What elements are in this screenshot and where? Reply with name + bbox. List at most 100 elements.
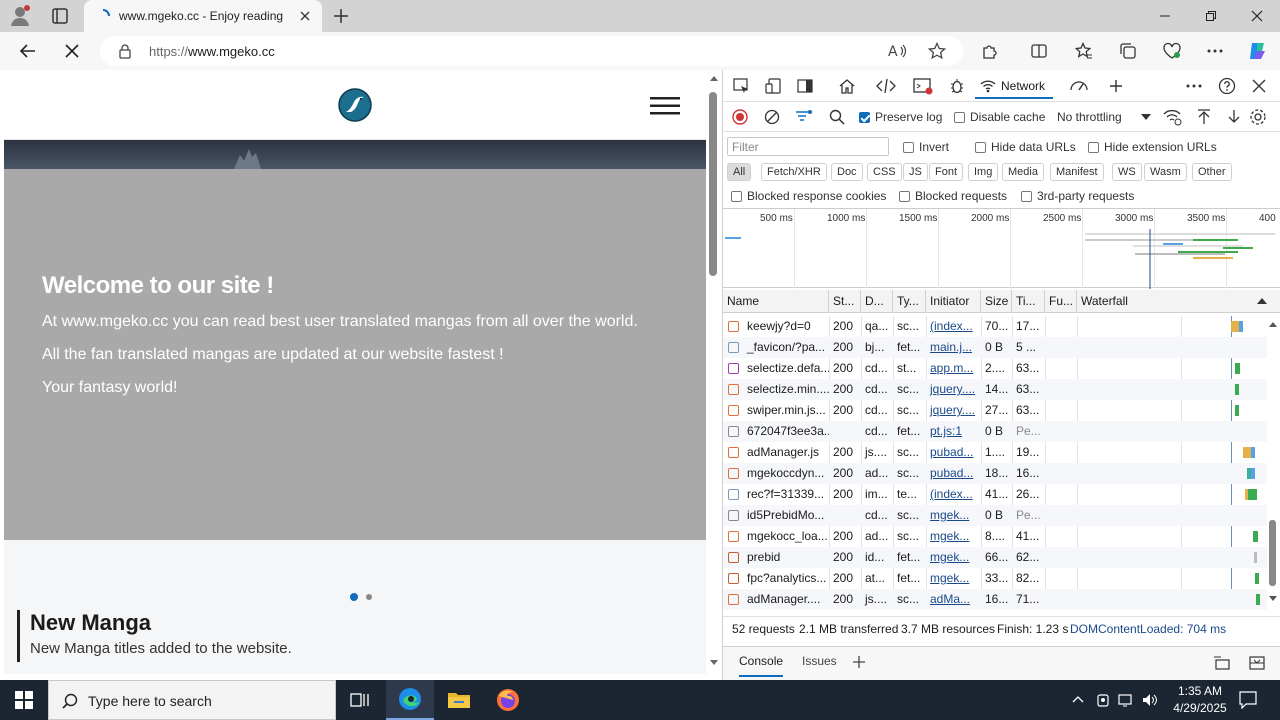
type-filter-fetch-xhr[interactable]: Fetch/XHR: [761, 163, 827, 181]
back-icon[interactable]: [10, 32, 46, 70]
dock-side-icon[interactable]: [789, 70, 821, 102]
hamburger-menu-icon[interactable]: [650, 97, 680, 115]
dock-drawer-icon[interactable]: [1213, 655, 1231, 671]
cell-initiator[interactable]: mgek...: [926, 568, 981, 589]
scroll-down-arrow-icon[interactable]: [710, 660, 718, 665]
filter-icon[interactable]: [795, 109, 813, 125]
table-row[interactable]: adManager.js 200 js.... sc... pubad... 1.... 1…: [723, 442, 1267, 463]
table-row[interactable]: fpc?analytics... 200 at... fet... mgek... 33.…: [723, 568, 1267, 589]
extensions-icon[interactable]: [972, 32, 1008, 70]
scrollbar-thumb[interactable]: [1269, 520, 1276, 586]
table-row[interactable]: swiper.min.js... 200 cd... sc... jquery.... 2…: [723, 400, 1267, 421]
column-initiator[interactable]: Initiator: [926, 290, 981, 313]
type-filter-font[interactable]: Font: [929, 163, 964, 181]
column-name[interactable]: Name: [723, 290, 829, 313]
column-type[interactable]: Ty...: [893, 290, 926, 313]
minimize-icon[interactable]: [1142, 0, 1188, 32]
help-icon[interactable]: [1211, 70, 1243, 102]
scroll-up-arrow-icon[interactable]: [710, 76, 718, 81]
copilot-icon[interactable]: [1240, 32, 1276, 70]
cell-initiator[interactable]: jquery....: [926, 400, 981, 421]
table-row[interactable]: selectize.min.... 200 cd... sc... jquery....…: [723, 379, 1267, 400]
firefox-icon[interactable]: [484, 680, 532, 720]
new-tab-icon[interactable]: [331, 6, 351, 26]
security-icon[interactable]: [1096, 692, 1110, 708]
record-stop-icon[interactable]: [732, 109, 748, 125]
requests-scrollbar[interactable]: [1265, 316, 1280, 610]
type-filter-doc[interactable]: Doc: [831, 163, 863, 181]
restore-icon[interactable]: [1188, 0, 1234, 32]
type-filter-other[interactable]: Other: [1192, 163, 1232, 181]
performance-icon[interactable]: [1063, 70, 1095, 102]
cell-initiator[interactable]: (index...: [926, 316, 981, 337]
table-row[interactable]: rec?f=31339... 200 im... te... (index... 41..…: [723, 484, 1267, 505]
close-tab-icon[interactable]: [298, 9, 312, 23]
blocked-response-cookies-checkbox[interactable]: Blocked response cookies: [731, 189, 886, 203]
cell-initiator[interactable]: mgek...: [926, 547, 981, 568]
hero-slider[interactable]: Welcome to our site ! At www.mgeko.cc yo…: [4, 140, 706, 601]
blocked-requests-checkbox[interactable]: Blocked requests: [899, 189, 1007, 203]
network-overview-timeline[interactable]: 500 ms 1000 ms 1500 ms 2000 ms 2500 ms 3…: [723, 208, 1280, 289]
cell-initiator[interactable]: mgek...: [926, 526, 981, 547]
sort-ascending-icon[interactable]: [1257, 298, 1267, 304]
type-filter-media[interactable]: Media: [1002, 163, 1044, 181]
column-size[interactable]: Size: [981, 290, 1012, 313]
welcome-home-icon[interactable]: [831, 70, 863, 102]
drawer-tab-console[interactable]: Console: [739, 647, 784, 677]
type-filter-js[interactable]: JS: [903, 163, 928, 181]
collections-icon[interactable]: [1110, 32, 1146, 70]
favorite-star-icon[interactable]: [928, 42, 946, 60]
more-tools-plus-icon[interactable]: [1100, 70, 1132, 102]
type-filter-all[interactable]: All: [727, 163, 752, 181]
split-screen-icon[interactable]: [1021, 32, 1057, 70]
export-har-icon[interactable]: [1226, 108, 1242, 126]
cell-initiator[interactable]: adMa...: [926, 589, 981, 610]
cell-initiator[interactable]: app.m...: [926, 358, 981, 379]
network-status-icon[interactable]: [1118, 692, 1134, 708]
scrollbar-thumb[interactable]: [709, 92, 717, 276]
slider-dot[interactable]: [366, 594, 372, 600]
disable-cache-checkbox[interactable]: Disable cache: [954, 110, 1045, 124]
drawer-tab-issues[interactable]: Issues: [802, 647, 837, 677]
inspect-element-icon[interactable]: [725, 70, 757, 102]
invert-checkbox[interactable]: Invert: [903, 140, 949, 154]
close-drawer-icon[interactable]: [1248, 655, 1266, 671]
settings-more-icon[interactable]: [1197, 32, 1233, 70]
cell-initiator[interactable]: mgek...: [926, 505, 981, 526]
edge-taskbar-icon[interactable]: [386, 680, 434, 720]
favorites-icon[interactable]: [1066, 32, 1102, 70]
type-filter-wasm[interactable]: Wasm: [1144, 163, 1187, 181]
hide-extension-urls-checkbox[interactable]: Hide extension URLs: [1088, 140, 1217, 154]
table-row[interactable]: id5PrebidMo... cd... sc... mgek... 0 B Pe...: [723, 505, 1267, 526]
third-party-requests-checkbox[interactable]: 3rd-party requests: [1021, 189, 1134, 203]
sources-bug-icon[interactable]: [941, 70, 973, 102]
column-fulfilled[interactable]: Fu...: [1045, 290, 1077, 313]
lock-icon[interactable]: [118, 43, 132, 59]
table-row[interactable]: mgekocc_loa... 200 ad... sc... mgek... 8.... 4…: [723, 526, 1267, 547]
console-icon[interactable]: [907, 70, 939, 102]
elements-icon[interactable]: [870, 70, 902, 102]
column-status[interactable]: St...: [829, 290, 861, 313]
clear-log-icon[interactable]: [764, 109, 780, 125]
volume-icon[interactable]: [1142, 692, 1158, 708]
windows-start-icon[interactable]: [0, 680, 48, 720]
table-row[interactable]: selectize.defa... 200 cd... st... app.m... 2.…: [723, 358, 1267, 379]
import-har-icon[interactable]: [1196, 108, 1212, 126]
table-row[interactable]: adManager.... 200 js.... sc... adMa... 16... 7…: [723, 589, 1267, 610]
type-filter-manifest[interactable]: Manifest: [1050, 163, 1104, 181]
device-emulation-icon[interactable]: [757, 70, 789, 102]
tab-actions-icon[interactable]: [50, 6, 70, 26]
type-filter-img[interactable]: Img: [968, 163, 999, 181]
show-hidden-icons-icon[interactable]: [1072, 695, 1084, 703]
task-view-icon[interactable]: [336, 680, 384, 720]
stop-loading-icon[interactable]: [54, 32, 90, 70]
file-explorer-icon[interactable]: [435, 680, 483, 720]
network-settings-gear-icon[interactable]: [1249, 108, 1267, 126]
cell-initiator[interactable]: (index...: [926, 484, 981, 505]
slider-dot-active[interactable]: [350, 593, 358, 601]
read-aloud-icon[interactable]: A: [888, 42, 908, 60]
system-clock[interactable]: 1:35 AM 4/29/2025: [1160, 683, 1240, 717]
column-domain[interactable]: D...: [861, 290, 893, 313]
cell-initiator[interactable]: main.j...: [926, 337, 981, 358]
cell-initiator[interactable]: pubad...: [926, 463, 981, 484]
